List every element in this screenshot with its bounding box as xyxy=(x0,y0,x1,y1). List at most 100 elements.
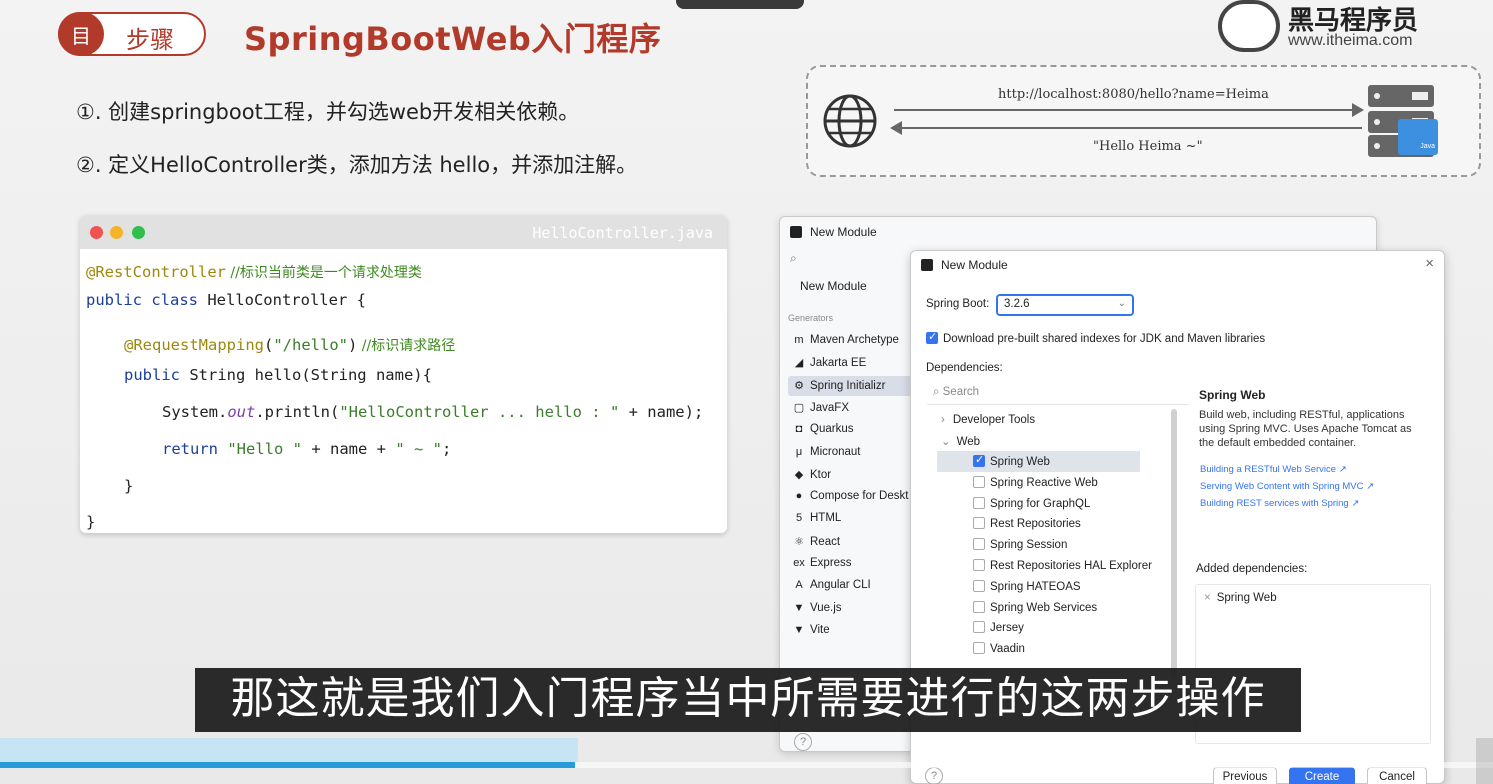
dependency-checkbox[interactable] xyxy=(973,642,985,655)
dependency-item[interactable]: Spring Web Services xyxy=(973,600,1097,614)
code-line-3: @RequestMapping("/hello") //标识请求路径 xyxy=(124,336,456,354)
generator-item[interactable]: ⚙ Spring Initializr xyxy=(788,375,914,396)
guide-link-rest-services[interactable]: Building REST services with Spring ↗ xyxy=(1200,498,1359,509)
tree-developer-tools[interactable]: › Developer Tools xyxy=(941,414,1035,426)
step-2-text: ②. 定义HelloController类，添加方法 hello，并添加注解。 xyxy=(76,153,638,177)
dependency-item[interactable]: Spring for GraphQL xyxy=(973,496,1091,510)
http-diagram: http://localhost:8080/hello?name=Heima "… xyxy=(806,65,1481,177)
spring-boot-label: Spring Boot: xyxy=(926,298,990,310)
guide-link-restful[interactable]: Building a RESTful Web Service ↗ xyxy=(1200,464,1347,475)
logo-mark-icon xyxy=(1218,0,1280,52)
generator-item[interactable]: ◆ Ktor xyxy=(788,465,914,485)
generator-item[interactable]: A Angular CLI xyxy=(788,576,914,596)
previous-button[interactable]: Previous xyxy=(1213,767,1277,784)
download-indexes-option[interactable]: Download pre-built shared indexes for JD… xyxy=(926,330,1265,345)
description-text: Build web, including RESTful, applicatio… xyxy=(1199,409,1412,449)
dependency-search-input[interactable]: ⌕ Search xyxy=(927,383,1189,405)
dependency-checkbox[interactable] xyxy=(973,496,985,509)
generator-item[interactable]: m Maven Archetype xyxy=(788,331,914,351)
dependency-item[interactable]: Jersey xyxy=(973,621,1024,634)
code-line-2: public class HelloController { xyxy=(86,291,366,309)
description-title: Spring Web xyxy=(1199,388,1266,402)
generator-item[interactable]: ▼ Vue.js xyxy=(788,599,914,619)
dependency-checkbox[interactable] xyxy=(973,579,985,592)
guide-link-serving-web[interactable]: Serving Web Content with Spring MVC ↗ xyxy=(1200,481,1374,492)
maximize-dot-icon xyxy=(132,226,145,239)
generator-item[interactable]: ⚛ React xyxy=(788,532,914,552)
generator-icon: μ xyxy=(795,445,803,458)
search-icon[interactable]: ⌕ xyxy=(790,251,797,266)
help-icon[interactable]: ? xyxy=(925,767,943,784)
close-icon[interactable]: × xyxy=(1425,255,1434,272)
generator-label: Micronaut xyxy=(810,445,861,458)
generator-label: Maven Archetype xyxy=(810,334,899,346)
generator-item[interactable]: μ Micronaut xyxy=(788,443,914,463)
dependency-label: Spring Reactive Web xyxy=(990,476,1098,489)
dependency-label: Vaadin xyxy=(990,643,1025,656)
slide: 目 步骤 SpringBootWeb入门程序 黑马程序员 www.itheima… xyxy=(0,0,1493,784)
dependency-item[interactable]: Spring Reactive Web xyxy=(973,475,1098,489)
tree-web[interactable]: ⌄ Web xyxy=(941,434,980,448)
generator-label: HTML xyxy=(810,512,842,525)
generator-item[interactable]: ex Express xyxy=(788,554,914,574)
generator-label: Vite xyxy=(810,623,830,636)
dependency-checkbox[interactable] xyxy=(973,475,985,488)
code-line-8: } xyxy=(86,513,96,531)
code-line-1: @RestController //标识当前类是一个请求处理类 xyxy=(86,263,422,281)
generator-icon: ex xyxy=(793,557,805,569)
generator-icon: ● xyxy=(795,490,803,503)
dependency-checkbox[interactable] xyxy=(973,538,985,551)
help-icon[interactable]: ? xyxy=(794,733,812,751)
generator-icon: ▢ xyxy=(793,401,805,414)
video-progress-bar[interactable] xyxy=(0,762,1493,768)
generator-label: Ktor xyxy=(810,468,832,481)
dependency-item[interactable]: Rest Repositories HAL Explorer xyxy=(973,559,1152,572)
dependency-item[interactable]: Spring Web xyxy=(973,453,1050,468)
generator-item[interactable]: ◢ Jakarta EE xyxy=(788,353,914,373)
server-icon: Java xyxy=(1368,81,1440,157)
code-line-6: return "Hello " + name + " ~ "; xyxy=(162,440,452,458)
dependency-label: Spring for GraphQL xyxy=(990,497,1091,510)
download-indexes-checkbox[interactable] xyxy=(926,330,938,344)
generator-item[interactable]: ◘ Quarkus xyxy=(788,420,914,440)
dependency-checkbox[interactable] xyxy=(973,559,985,571)
dependency-checkbox[interactable] xyxy=(973,621,985,634)
spring-boot-version-select[interactable]: 3.2.6 ⌄ xyxy=(996,294,1134,316)
dependency-item[interactable]: Spring Session xyxy=(973,538,1067,551)
generator-item[interactable]: ▢ JavaFX xyxy=(788,398,914,418)
step-label: 步骤 xyxy=(126,26,174,54)
page-title: SpringBootWeb入门程序 xyxy=(244,20,662,58)
step-badge: 目 步骤 xyxy=(58,12,206,56)
generator-item[interactable]: 5 HTML xyxy=(788,509,914,529)
sidebar-new-module[interactable]: New Module xyxy=(800,279,867,293)
top-overlay xyxy=(676,0,804,9)
code-line-7: } xyxy=(124,477,134,495)
generator-icon: 5 xyxy=(795,512,803,525)
cancel-button[interactable]: Cancel xyxy=(1367,767,1427,784)
response-arrow xyxy=(890,121,1362,135)
request-arrow xyxy=(894,103,1364,117)
generators-heading: Generators xyxy=(788,313,834,323)
dependency-item[interactable]: Vaadin xyxy=(973,642,1025,655)
create-button[interactable]: Create xyxy=(1289,767,1355,784)
dependency-scrollbar[interactable] xyxy=(1171,409,1177,679)
dependency-label: Rest Repositories HAL Explorer xyxy=(990,560,1152,572)
video-progress-fill xyxy=(0,762,575,768)
generator-icon: ⚙ xyxy=(794,379,804,392)
dependency-label: Jersey xyxy=(990,622,1024,635)
dependency-checkbox[interactable] xyxy=(973,600,985,613)
dependency-item[interactable]: Rest Repositories xyxy=(973,517,1081,530)
generator-icon: ◘ xyxy=(795,423,803,436)
remove-icon[interactable]: × xyxy=(1204,592,1211,604)
generator-item[interactable]: ▼ Vite xyxy=(788,621,914,641)
dependency-label: Spring Web xyxy=(990,456,1050,468)
dependency-checkbox[interactable] xyxy=(973,453,985,467)
step-1-text: ①. 创建springboot工程，并勾选web开发相关依赖。 xyxy=(76,100,580,124)
generator-item[interactable]: ● Compose for Deskt xyxy=(788,487,914,507)
chevron-right-icon: › xyxy=(941,414,945,426)
dependency-item[interactable]: Spring HATEOAS xyxy=(973,579,1081,593)
dependency-checkbox[interactable] xyxy=(973,517,985,530)
generator-label: Express xyxy=(810,557,852,569)
generator-label: Jakarta EE xyxy=(810,357,867,370)
code-panel: HelloController.java @RestController //标… xyxy=(80,215,727,533)
